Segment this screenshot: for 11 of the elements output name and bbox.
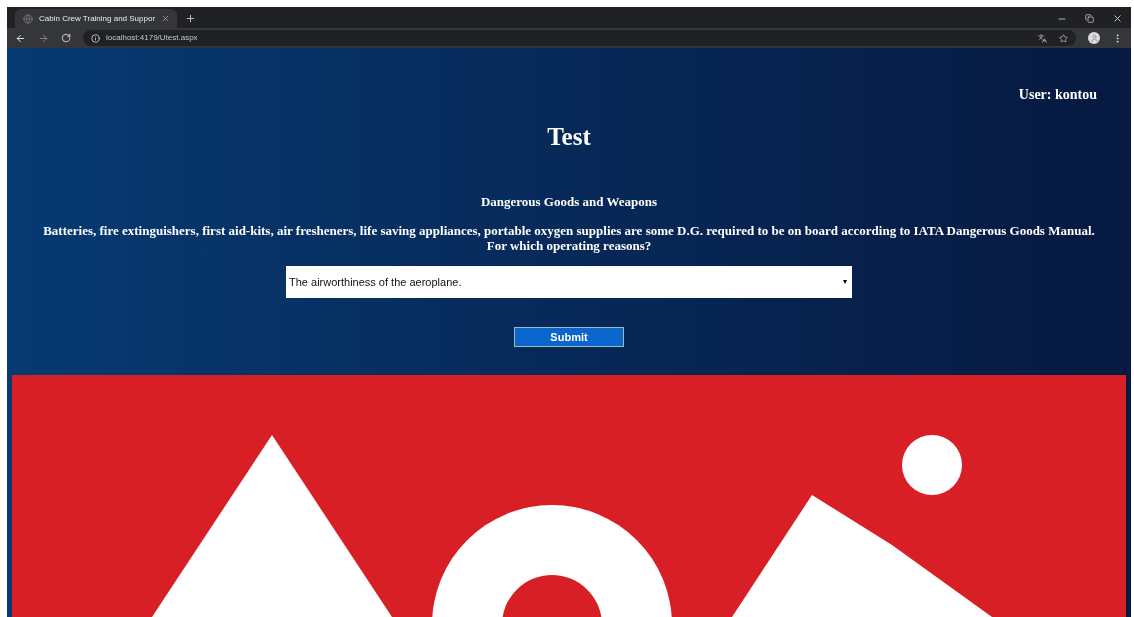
address-text: localhost:4179/Utest.aspx (106, 32, 198, 44)
user-label: User: kontou (1018, 87, 1097, 102)
page-title: Test (547, 122, 591, 152)
tab-title: Cabin Crew Training and Suppor (39, 12, 156, 25)
answer-select[interactable]: The airworthiness of the aeroplane. (286, 266, 852, 299)
question-category: Dangerous Goods and Weapons (480, 192, 658, 211)
submit-button[interactable]: Submit (514, 327, 624, 347)
question-text: Batteries, fire extinguishers, first aid-kits, air fresheners, life saving appliances, portable oxygen supplies are some D.G. required to be on board according to IATA Dangerous Goods Manual. For which operating reasons? (42, 223, 1096, 253)
select-value: The airworthiness of the aeroplane. (289, 274, 462, 290)
address-bar[interactable]: localhost:4179/Utest.aspx (83, 30, 1076, 46)
browser-tab[interactable]: Cabin Crew Training and Suppor (15, 9, 177, 28)
